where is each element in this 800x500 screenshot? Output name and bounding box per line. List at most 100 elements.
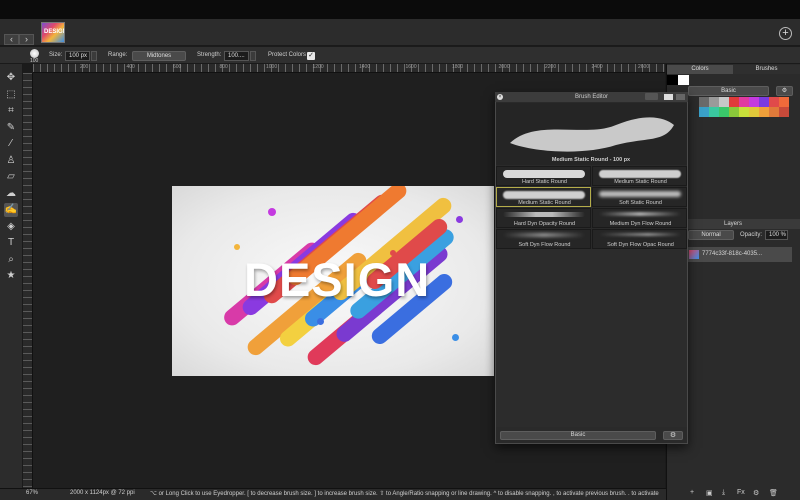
delete-layer-icon[interactable]: 🗑 — [769, 489, 778, 497]
brush-preview — [496, 103, 687, 165]
brush-icon[interactable]: ⁄ — [4, 137, 18, 151]
palette-select[interactable]: Basic — [688, 86, 769, 96]
brush-item-label: Hard Static Round — [522, 179, 567, 185]
paint-brush-icon[interactable]: ✍ — [4, 203, 18, 217]
color-swatch[interactable] — [779, 97, 789, 107]
fill-icon[interactable]: ◈ — [4, 220, 18, 234]
color-swatch[interactable] — [719, 97, 729, 107]
brush-item[interactable]: Soft Static Round — [592, 187, 687, 207]
color-swatch[interactable] — [709, 107, 719, 117]
brush-item[interactable]: Hard Dyn Opacity Round — [496, 208, 591, 228]
brush-stroke-preview — [503, 191, 585, 199]
document-tab-thumbnail[interactable]: DESIGN — [41, 22, 65, 43]
layer-row[interactable]: 7774c33f-818c-4035... — [686, 247, 792, 262]
brush-gear-icon[interactable]: ⚙ — [663, 431, 683, 440]
thumbnail-text: DESIGN — [44, 29, 65, 35]
palette-gear-icon[interactable]: ⚙ — [776, 86, 793, 96]
color-swatch[interactable] — [749, 97, 759, 107]
back-button[interactable]: ‹ — [4, 34, 19, 45]
eyedropper-icon[interactable]: ✎ — [4, 121, 18, 135]
brush-item-label: Soft Dyn Flow Opac Round — [607, 242, 674, 248]
brush-list-empty-area — [496, 249, 687, 427]
import-icon[interactable]: ⤓ — [722, 489, 725, 497]
brush-item[interactable]: Medium Static Round — [592, 166, 687, 186]
brush-item[interactable]: Soft Dyn Flow Opac Round — [592, 229, 687, 249]
color-swatch[interactable] — [759, 97, 769, 107]
strength-stepper[interactable] — [250, 51, 256, 61]
new-document-button[interactable]: + — [779, 27, 792, 40]
size-label: Size: — [49, 52, 63, 58]
brush-item[interactable]: Medium Static Round — [496, 187, 591, 207]
move-icon[interactable]: ✥ — [4, 71, 18, 85]
color-swatch[interactable] — [769, 97, 779, 107]
marquee-icon[interactable]: ⬚ — [4, 88, 18, 102]
blend-mode-select[interactable]: Normal — [688, 230, 734, 240]
color-swatch[interactable] — [739, 107, 749, 117]
color-swatch[interactable] — [759, 107, 769, 117]
crop-icon[interactable]: ⌗ — [4, 104, 18, 118]
ruler-tick-label: 2400 — [591, 64, 603, 70]
preview-brush-name: Medium Static Round - 100 px — [551, 157, 631, 163]
ruler-tick-label: 200 — [80, 64, 89, 70]
color-swatch[interactable] — [769, 107, 779, 117]
color-swatch[interactable] — [719, 107, 729, 117]
close-icon[interactable]: × — [497, 94, 503, 100]
brush-set-select[interactable]: Basic — [500, 431, 656, 440]
list-view-icon[interactable] — [676, 94, 685, 100]
background-color[interactable] — [678, 75, 689, 85]
color-swatch[interactable] — [739, 97, 749, 107]
brush-editor-title: Brush Editor — [495, 92, 688, 102]
size-field[interactable]: 100 px — [65, 51, 90, 61]
color-swatch[interactable] — [779, 107, 789, 117]
color-swatch[interactable] — [729, 107, 739, 117]
color-swatch[interactable] — [699, 107, 709, 117]
color-swatch[interactable] — [709, 97, 719, 107]
brush-item-label: Soft Static Round — [619, 200, 662, 206]
text-icon[interactable]: T — [4, 236, 18, 250]
brush-item-label: Medium Dyn Flow Round — [609, 221, 672, 227]
star-icon[interactable]: ★ — [4, 269, 18, 283]
effects-icon[interactable]: Fx — [737, 489, 745, 496]
opacity-field[interactable]: 100 % — [765, 230, 788, 240]
ruler-tick-label: 400 — [126, 64, 135, 70]
size-stepper[interactable] — [91, 51, 97, 61]
range-label: Range: — [108, 52, 128, 58]
brush-stroke-preview — [599, 191, 681, 197]
artwork-image[interactable]: DESIGN — [172, 186, 494, 376]
brush-item[interactable]: Hard Static Round — [496, 166, 591, 186]
ruler-tick-label: 1600 — [405, 64, 417, 70]
strength-label: Strength: — [197, 52, 222, 58]
brush-item[interactable]: Soft Dyn Flow Round — [496, 229, 591, 249]
tab-colors[interactable]: Colors — [667, 65, 733, 74]
tab-bar — [0, 19, 800, 46]
zoom-level[interactable]: 67% — [26, 490, 38, 496]
add-brush-icon[interactable] — [645, 93, 658, 100]
add-layer-icon[interactable]: + — [690, 489, 694, 496]
grid-view-icon[interactable] — [664, 94, 673, 100]
brush-item[interactable]: Medium Dyn Flow Round — [592, 208, 687, 228]
brush-item-label: Soft Dyn Flow Round — [518, 242, 571, 248]
brush-item-label: Medium Static Round — [614, 179, 667, 185]
protect-colors-checkbox[interactable]: ✓ — [307, 52, 315, 60]
range-select[interactable]: Midtones — [132, 51, 186, 61]
color-swatch[interactable] — [729, 97, 739, 107]
foreground-color[interactable] — [667, 75, 678, 85]
ruler-tick-label: 2000 — [498, 64, 510, 70]
brush-item-label: Hard Dyn Opacity Round — [513, 221, 576, 227]
color-swatch[interactable] — [749, 107, 759, 117]
status-hint: ⌥ or Long Click to use Eyedropper. [ to … — [150, 491, 659, 497]
opacity-label: Opacity: — [740, 232, 763, 238]
smudge-icon[interactable]: ☁ — [4, 187, 18, 201]
tab-brushes[interactable]: Brushes — [733, 65, 800, 74]
group-layer-icon[interactable]: ▣ — [706, 489, 713, 497]
color-swatch[interactable] — [699, 97, 709, 107]
brush-item-label: Medium Static Round — [518, 200, 571, 206]
zoom-icon[interactable]: ⌕ — [4, 253, 18, 267]
strength-field[interactable]: 100.... — [224, 51, 249, 61]
layer-settings-icon[interactable]: ⚙ — [753, 489, 759, 497]
brush-preview-icon[interactable] — [30, 49, 39, 58]
brush-stroke-preview — [503, 212, 585, 217]
eraser-icon[interactable]: ▱ — [4, 170, 18, 184]
forward-button[interactable]: › — [19, 34, 34, 45]
stamp-icon[interactable]: ♙ — [4, 154, 18, 168]
